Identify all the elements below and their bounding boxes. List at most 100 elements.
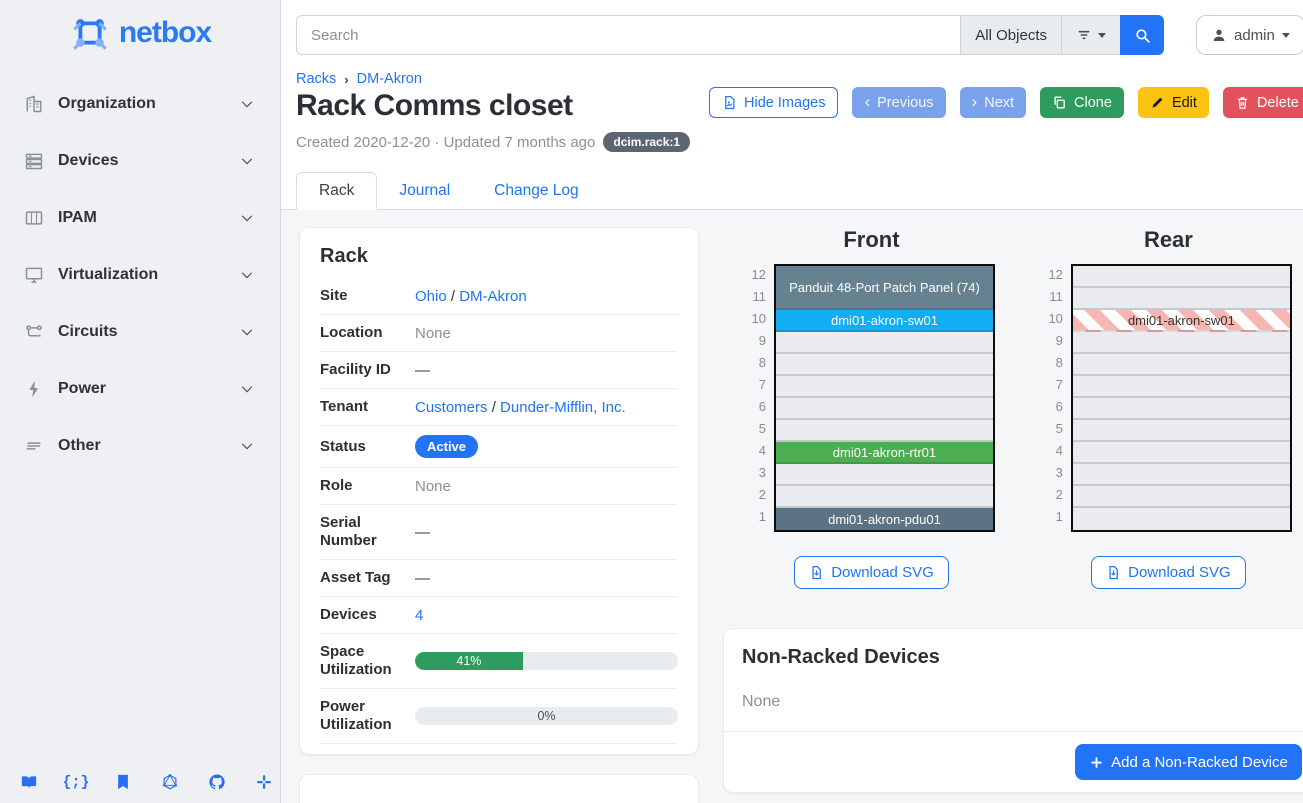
front-empty-unit[interactable] [776,332,993,354]
tab-journal[interactable]: Journal [377,173,472,209]
front-title: Front [843,227,899,253]
rear-unit-number: 8 [1045,352,1063,374]
rack-info-panel: Rack Site Ohio / DM-Akron Location None … [299,227,699,755]
edit-button[interactable]: Edit [1138,87,1209,118]
copy-icon [1052,95,1067,110]
sidebar-item-label: Organization [58,95,238,113]
sidebar-item-virtualization[interactable]: Virtualization [10,255,270,295]
site-label: Site [320,287,415,305]
asset-tag-value: — [415,570,678,587]
front-device-dmi01-akron-sw01[interactable]: dmi01-akron-sw01 [776,310,993,332]
sidebar-item-ipam[interactable]: IPAM [10,198,270,238]
row-site: Site Ohio / DM-Akron [320,278,678,315]
site-dm-akron-link[interactable]: DM-Akron [459,288,527,305]
page-content: Rack Site Ohio / DM-Akron Location None … [281,210,1303,803]
sidebar-item-label: Power [58,380,238,398]
chevron-left-icon: ‹ [864,93,870,110]
search-filter-button[interactable] [1061,15,1120,55]
clone-label: Clone [1074,95,1112,111]
sidebar-footer: {;} [20,773,273,791]
hide-images-button[interactable]: Hide Images [709,87,838,118]
next-button[interactable]: › Next [960,87,1027,118]
rear-unit-number: 3 [1045,462,1063,484]
plus-icon [1089,755,1104,770]
rear-download-svg-button[interactable]: Download SVG [1091,556,1246,589]
docs-icon[interactable] [20,773,38,791]
front-device-panduit-48-port-patch-panel-74-[interactable]: Panduit 48-Port Patch Panel (74) [776,266,993,310]
front-empty-unit[interactable] [776,354,993,376]
front-download-svg-button[interactable]: Download SVG [794,556,949,589]
netbox-logo-icon [69,12,111,54]
rear-device-dmi01-akron-sw01[interactable]: dmi01-akron-sw01 [1073,310,1290,332]
sidebar-item-other[interactable]: Other [10,426,270,466]
trash-icon [1235,95,1250,110]
site-ohio-link[interactable]: Ohio [415,288,447,305]
rear-empty-unit[interactable] [1073,442,1290,464]
rear-empty-unit[interactable] [1073,486,1290,508]
rear-empty-unit[interactable] [1073,332,1290,354]
hide-images-label: Hide Images [744,95,825,111]
front-empty-unit[interactable] [776,486,993,508]
breadcrumb-dm-akron[interactable]: DM-Akron [357,71,422,87]
front-empty-unit[interactable] [776,376,993,398]
rear-empty-unit[interactable] [1073,420,1290,442]
graphql-icon[interactable] [161,773,179,791]
row-devices: Devices 4 [320,597,678,634]
github-icon[interactable] [208,773,226,791]
image-file-icon [722,95,737,110]
sidebar-item-organization[interactable]: Organization [10,84,270,124]
rear-empty-unit[interactable] [1073,398,1290,420]
api-docs-icon[interactable] [114,773,132,791]
rear-unit-number: 6 [1045,396,1063,418]
front-unit-number: 11 [748,286,766,308]
row-space-utilization: Space Utilization 41% [320,634,678,689]
sidebar-item-label: Circuits [58,323,238,341]
front-empty-unit[interactable] [776,398,993,420]
next-panel-partial [299,774,699,803]
sidebar-item-devices[interactable]: Devices [10,141,270,181]
clone-button[interactable]: Clone [1040,87,1124,118]
row-role: Role None [320,468,678,505]
edit-label: Edit [1172,95,1197,111]
account-menu-button[interactable]: admin [1196,15,1303,55]
search-input[interactable] [296,15,960,55]
right-column: Front 121110987654321 Panduit 48-Port Pa… [723,227,1303,786]
rest-api-icon[interactable]: {;} [67,773,85,791]
front-device-dmi01-akron-rtr01[interactable]: dmi01-akron-rtr01 [776,442,993,464]
rear-empty-unit[interactable] [1073,376,1290,398]
sidebar-item-circuits[interactable]: Circuits [10,312,270,352]
status-badge: Active [415,435,478,458]
sidebar-item-power[interactable]: Power [10,369,270,409]
serial-number-label: Serial Number [320,514,415,550]
chevron-right-icon: › [972,93,978,110]
rear-empty-unit[interactable] [1073,288,1290,310]
tenant-customers-link[interactable]: Customers [415,399,488,416]
page-meta: Created 2020-12-20 · Updated 7 months ag… [296,132,1303,152]
front-empty-unit[interactable] [776,420,993,442]
front-device-dmi01-akron-pdu01[interactable]: dmi01-akron-pdu01 [776,508,993,530]
tab-change-log[interactable]: Change Log [472,173,600,209]
space-utilization-label: Space Utilization [320,643,415,679]
search-scope-button[interactable]: All Objects [960,15,1061,55]
front-download-svg-label: Download SVG [831,564,934,581]
slack-icon[interactable] [255,773,273,791]
previous-button[interactable]: ‹ Previous [852,87,945,118]
front-empty-unit[interactable] [776,464,993,486]
front-unit-number: 1 [748,506,766,528]
search-submit-button[interactable] [1120,15,1164,55]
front-unit-number: 5 [748,418,766,440]
rear-unit-number: 4 [1045,440,1063,462]
tab-rack[interactable]: Rack [296,172,377,210]
rear-empty-unit[interactable] [1073,508,1290,530]
rear-empty-unit[interactable] [1073,354,1290,376]
tenant-dunder-mifflin-link[interactable]: Dunder-Mifflin, Inc. [500,399,626,416]
delete-button[interactable]: Delete [1223,87,1303,118]
rear-empty-unit[interactable] [1073,464,1290,486]
netbox-logo[interactable]: netbox [0,12,280,54]
front-unit-numbers: 121110987654321 [748,264,766,532]
add-non-racked-device-button[interactable]: Add a Non-Racked Device [1075,744,1302,780]
breadcrumb-racks[interactable]: Racks [296,71,336,87]
front-unit-number: 9 [748,330,766,352]
devices-count-link[interactable]: 4 [415,607,423,624]
rear-empty-unit[interactable] [1073,266,1290,288]
